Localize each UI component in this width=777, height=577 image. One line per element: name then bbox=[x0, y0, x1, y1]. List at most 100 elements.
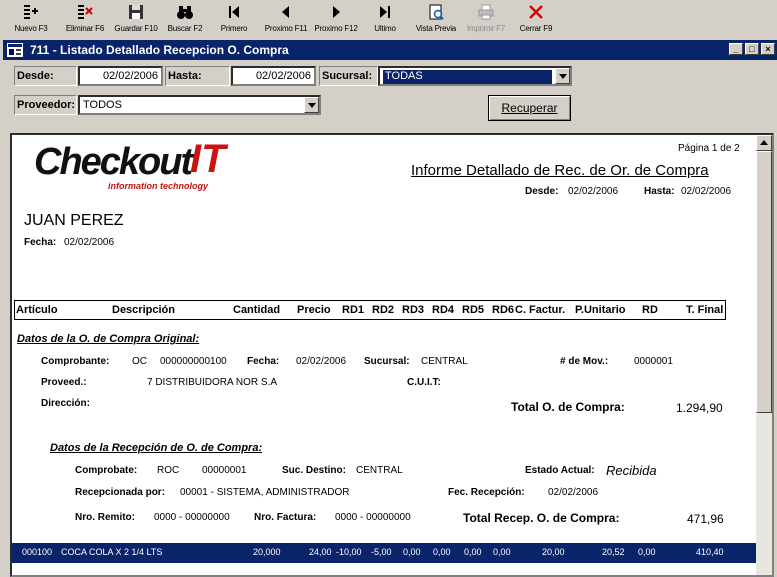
col-rd4: RD4 bbox=[432, 304, 455, 316]
next-button[interactable]: Proximo F12 bbox=[312, 1, 360, 36]
new-button[interactable]: Nuevo F3 bbox=[14, 1, 48, 36]
first-button[interactable]: Primero bbox=[216, 1, 252, 36]
col-cantidad: Cantidad bbox=[233, 304, 281, 316]
row-p-unitario: 20,52 bbox=[602, 547, 625, 557]
minimize-button[interactable]: _ bbox=[729, 43, 743, 55]
app-icon bbox=[7, 43, 23, 57]
search-button[interactable]: Buscar F2 bbox=[164, 1, 206, 36]
preview-icon bbox=[429, 4, 444, 20]
print-button-label: Imprimir F7 bbox=[466, 24, 506, 33]
col-rd: RD bbox=[642, 304, 658, 316]
col-rd2: RD2 bbox=[372, 304, 395, 316]
logo-tagline: information technology bbox=[108, 181, 208, 191]
col-descripcion: Descripción bbox=[112, 304, 175, 316]
row-rd2: -5,00 bbox=[371, 547, 392, 557]
col-rd5: RD5 bbox=[462, 304, 485, 316]
maximize-button[interactable]: □ bbox=[745, 43, 759, 55]
row-rd3: 0,00 bbox=[403, 547, 421, 557]
rec-comprobate-label: Comprobate: bbox=[75, 465, 138, 476]
first-button-label: Primero bbox=[220, 24, 248, 33]
oc-total-label: Total O. de Compra: bbox=[511, 400, 625, 414]
col-c-factur: C. Factur. bbox=[515, 304, 566, 316]
row-rd6: 0,00 bbox=[493, 547, 511, 557]
save-button[interactable]: Guardar F10 bbox=[112, 1, 160, 36]
close-button-label: Cerrar F9 bbox=[519, 24, 553, 33]
last-icon bbox=[380, 6, 390, 18]
rec-recepcionada-value: 00001 - SISTEMA, ADMINISTRADOR bbox=[180, 487, 350, 498]
rec-comprobate-num: 00000001 bbox=[202, 465, 247, 476]
last-button[interactable]: Ultimo bbox=[370, 1, 400, 36]
preview-button-label: Vista Previa bbox=[415, 24, 457, 33]
window-titlebar: 711 - Listado Detallado Recepcion O. Com… bbox=[3, 40, 777, 60]
header-right-rule bbox=[725, 300, 726, 320]
rec-suc-destino-label: Suc. Destino: bbox=[282, 465, 346, 476]
toolbar: Nuevo F3 Eliminar F6 Guardar F10 Buscar … bbox=[0, 0, 777, 38]
col-t-final: T. Final bbox=[686, 304, 724, 316]
oc-comprobante-tipo: OC bbox=[132, 356, 147, 367]
report-preview[interactable]: Checkout IT information technology Págin… bbox=[10, 133, 774, 577]
print-button[interactable]: Imprimir F7 bbox=[464, 1, 508, 36]
report-desde-label: Desde: bbox=[525, 186, 559, 197]
close-button[interactable]: Cerrar F9 bbox=[516, 1, 556, 36]
table-row[interactable]: 000100 COCA COLA X 2 1/4 LTS 20,000 24,0… bbox=[12, 543, 758, 563]
scroll-up-arrow[interactable] bbox=[756, 135, 772, 151]
proveedor-select[interactable]: TODOS bbox=[78, 95, 321, 115]
rec-factura-value: 0000 - 00000000 bbox=[335, 512, 411, 523]
row-c-factur: 20,00 bbox=[542, 547, 565, 557]
last-button-label: Ultimo bbox=[374, 24, 396, 33]
rec-total-label: Total Recep. O. de Compra: bbox=[463, 511, 620, 525]
row-articulo: 000100 bbox=[22, 547, 53, 557]
col-rd3: RD3 bbox=[402, 304, 425, 316]
recuperar-button[interactable]: Recuperar bbox=[488, 95, 571, 121]
row-rd5: 0,00 bbox=[464, 547, 482, 557]
header-bottom-rule bbox=[14, 319, 726, 320]
oc-proveed-label: Proveed.: bbox=[41, 377, 87, 388]
hasta-input[interactable]: 02/02/2006 bbox=[231, 66, 316, 86]
new-button-label: Nuevo F3 bbox=[14, 24, 48, 33]
row-cantidad: 20,000 bbox=[253, 547, 281, 557]
rec-estado-label: Estado Actual: bbox=[525, 465, 595, 476]
preview-button[interactable]: Vista Previa bbox=[412, 1, 460, 36]
rec-remito-label: Nro. Remito: bbox=[75, 512, 135, 523]
report-desde-value: 02/02/2006 bbox=[568, 186, 619, 197]
row-rd: 0,00 bbox=[638, 547, 656, 557]
oc-mov-label: # de Mov.: bbox=[560, 356, 609, 367]
sucursal-label: Sucursal: bbox=[319, 66, 378, 86]
desde-input[interactable]: 02/02/2006 bbox=[78, 66, 163, 86]
previous-button[interactable]: Proximo F11 bbox=[263, 1, 309, 36]
rec-section-heading: Datos de la Recepción de O. de Compra: bbox=[50, 442, 263, 454]
col-rd6: RD6 bbox=[492, 304, 515, 316]
rec-remito-value: 0000 - 00000000 bbox=[154, 512, 230, 523]
rec-suc-destino-value: CENTRAL bbox=[356, 465, 403, 476]
next-icon bbox=[333, 6, 340, 18]
delete-button[interactable]: Eliminar F6 bbox=[62, 1, 108, 36]
sucursal-value: TODAS bbox=[383, 70, 552, 84]
window-close-button[interactable]: × bbox=[761, 43, 775, 55]
rec-recepcionada-label: Recepcionada por: bbox=[75, 487, 166, 498]
oc-section-heading: Datos de la O. de Compra Original: bbox=[17, 333, 200, 345]
oc-sucursal-value: CENTRAL bbox=[421, 356, 468, 367]
recuperar-label: Recuperar bbox=[501, 101, 558, 115]
col-precio: Precio bbox=[297, 304, 331, 316]
previous-button-label: Proximo F11 bbox=[264, 24, 308, 33]
vertical-scrollbar[interactable] bbox=[756, 135, 772, 575]
col-rd1: RD1 bbox=[342, 304, 365, 316]
report-hasta-label: Hasta: bbox=[644, 186, 675, 197]
hasta-label: Hasta: bbox=[165, 66, 230, 86]
report-fecha-value: 02/02/2006 bbox=[64, 237, 115, 248]
proveedor-label: Proveedor: bbox=[14, 95, 77, 115]
row-rd1: -10,00 bbox=[336, 547, 362, 557]
row-precio: 24,00 bbox=[309, 547, 332, 557]
sucursal-select[interactable]: TODAS bbox=[378, 66, 572, 86]
page-info: Página 1 de 2 bbox=[678, 143, 740, 154]
col-p-unitario: P.Unitario bbox=[575, 304, 626, 316]
chevron-down-icon[interactable] bbox=[555, 68, 570, 84]
row-t-final: 410,40 bbox=[696, 547, 724, 557]
save-icon bbox=[129, 5, 143, 19]
oc-comprobante-num: 000000000100 bbox=[160, 356, 227, 367]
desde-label: Desde: bbox=[14, 66, 77, 86]
binoculars-icon bbox=[177, 6, 193, 19]
chevron-down-icon[interactable] bbox=[304, 97, 319, 113]
next-button-label: Proximo F12 bbox=[314, 24, 358, 33]
scroll-thumb[interactable] bbox=[756, 151, 772, 413]
